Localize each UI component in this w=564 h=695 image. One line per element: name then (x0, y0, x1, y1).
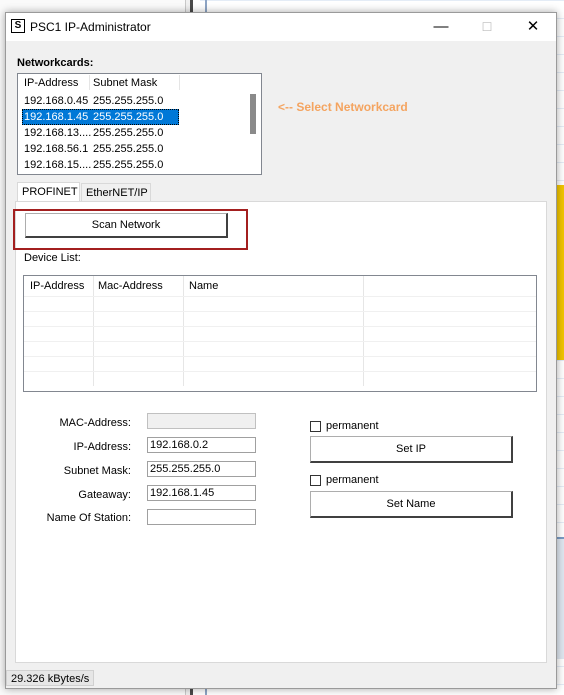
col-device-mac[interactable]: Mac-Address (98, 280, 163, 292)
ip-address-field[interactable]: 192.168.0.2 (147, 437, 256, 453)
profinet-panel (15, 201, 547, 663)
networkcard-mask: 255.255.255.0 (93, 159, 164, 171)
minimize-button[interactable]: — (418, 13, 464, 41)
gateway-label: Gateaway: (78, 489, 131, 501)
device-list-label: Device List: (24, 252, 81, 264)
name-of-station-field[interactable] (147, 509, 256, 525)
transfer-speed: 29.326 kBytes/s (6, 670, 95, 686)
maximize-button[interactable]: ☐ (464, 13, 510, 41)
set-name-button[interactable]: Set Name (310, 491, 513, 518)
col-subnet-mask[interactable]: Subnet Mask (93, 77, 157, 89)
networkcard-mask: 255.255.255.0 (93, 111, 164, 123)
device-list[interactable]: IP-Address Mac-Address Name (23, 275, 537, 392)
networkcards-header: IP-Address Subnet Mask (18, 74, 261, 91)
ip-address-label: IP-Address: (73, 441, 131, 453)
networkcard-row[interactable]: 192.168.0.45 255.255.255.0 (18, 93, 246, 109)
permanent-name-label: permanent (326, 474, 379, 486)
networkcard-mask: 255.255.255.0 (93, 95, 164, 107)
subnet-mask-field[interactable]: 255.255.255.0 (147, 461, 256, 477)
tab-profinet[interactable]: PROFINET (17, 182, 80, 202)
ip-administrator-window: S PSC1 IP-Administrator — ☐ ✕ Networkcar… (5, 12, 557, 689)
close-button[interactable]: ✕ (510, 13, 556, 41)
networkcard-row[interactable]: 192.168.15.... 255.255.255.0 (18, 157, 246, 173)
gateway-field[interactable]: 192.168.1.45 (147, 485, 256, 501)
set-ip-button[interactable]: Set IP (310, 436, 513, 463)
mac-address-label: MAC-Address: (59, 417, 131, 429)
networkcard-row-selected[interactable]: 192.168.1.45 255.255.255.0 (18, 109, 246, 125)
tab-ethernet-ip[interactable]: EtherNET/IP (81, 183, 151, 201)
networkcard-ip: 192.168.13.... (24, 127, 92, 139)
app-logo-icon: S (11, 19, 25, 33)
col-device-name[interactable]: Name (189, 280, 218, 292)
networkcard-row[interactable]: 192.168.13.... 255.255.255.0 (18, 125, 246, 141)
permanent-name-checkbox[interactable] (310, 475, 321, 486)
scrollbar-thumb[interactable] (250, 94, 256, 134)
col-ip-address[interactable]: IP-Address (24, 77, 78, 89)
networkcards-label: Networkcards: (17, 57, 94, 69)
select-networkcard-hint: <-- Select Networkcard (278, 100, 408, 114)
networkcards-list[interactable]: IP-Address Subnet Mask 192.168.0.45 255.… (17, 73, 262, 175)
col-device-ip[interactable]: IP-Address (30, 280, 84, 292)
name-of-station-label: Name Of Station: (46, 512, 131, 524)
status-bar: 29.326 kBytes/s (6, 668, 556, 688)
window-title: PSC1 IP-Administrator (30, 20, 151, 34)
networkcard-ip: 192.168.0.45 (24, 95, 89, 107)
mac-address-field (147, 413, 256, 429)
title-bar: S PSC1 IP-Administrator — ☐ ✕ (6, 13, 556, 41)
permanent-ip-label: permanent (326, 420, 379, 432)
permanent-ip-checkbox[interactable] (310, 421, 321, 432)
networkcard-row[interactable]: 192.168.56.1 255.255.255.0 (18, 141, 246, 157)
networkcard-ip: 192.168.15.... (24, 159, 92, 171)
networkcard-ip: 192.168.56.1 (24, 143, 89, 155)
networkcards-scrollbar[interactable] (245, 74, 261, 174)
highlight-box (13, 209, 248, 250)
subnet-mask-label: Subnet Mask: (63, 465, 131, 477)
networkcard-mask: 255.255.255.0 (93, 127, 164, 139)
networkcard-ip: 192.168.1.45 (24, 111, 89, 123)
networkcard-mask: 255.255.255.0 (93, 143, 164, 155)
